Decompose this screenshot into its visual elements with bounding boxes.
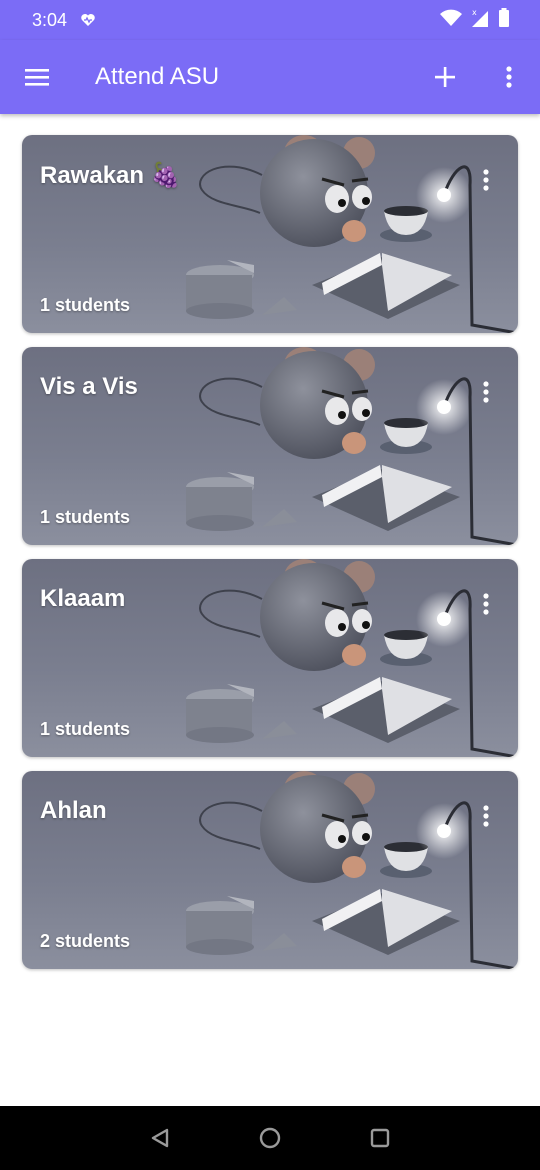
battery-icon	[499, 8, 509, 27]
class-title: Ahlan	[40, 797, 107, 824]
add-class-button[interactable]	[428, 60, 462, 94]
back-triangle-icon	[151, 1128, 169, 1148]
plus-icon	[435, 67, 455, 87]
recents-square-icon	[370, 1128, 390, 1148]
system-nav-bar	[0, 1106, 540, 1170]
menu-button[interactable]	[20, 60, 54, 94]
class-card[interactable]: Klaaam 1 students	[22, 559, 518, 757]
class-title: Rawakan 🍇	[40, 162, 181, 189]
vertical-dots-icon	[483, 805, 489, 827]
vertical-dots-icon	[483, 593, 489, 615]
vertical-dots-icon	[483, 381, 489, 403]
recents-button[interactable]	[366, 1124, 394, 1152]
wifi-icon	[440, 9, 462, 26]
class-options-button[interactable]	[474, 589, 498, 619]
student-count: 1 students	[40, 507, 131, 527]
class-options-button[interactable]	[474, 165, 498, 195]
class-title: Klaaam	[40, 585, 126, 612]
svg-text:x: x	[472, 8, 477, 17]
overflow-menu-button[interactable]	[492, 60, 526, 94]
app-bar: Attend ASU	[0, 40, 540, 114]
home-button[interactable]	[256, 1124, 284, 1152]
status-time: 3:04	[32, 10, 68, 30]
hamburger-menu-icon	[25, 69, 49, 86]
student-count: 2 students	[40, 931, 131, 951]
class-card[interactable]: Rawakan 🍇 1 students	[22, 135, 518, 333]
class-card[interactable]: Ahlan 2 students	[22, 771, 518, 969]
student-count: 1 students	[40, 295, 131, 315]
vertical-dots-icon	[483, 169, 489, 191]
home-circle-icon	[259, 1127, 281, 1149]
class-options-button[interactable]	[474, 377, 498, 407]
student-count: 1 students	[40, 719, 131, 739]
status-bar: 3:04 x	[0, 0, 540, 40]
class-card[interactable]: Vis a Vis 1 students	[22, 347, 518, 545]
vertical-dots-icon	[506, 66, 512, 88]
class-options-button[interactable]	[474, 801, 498, 831]
cell-signal-icon: x	[472, 8, 488, 27]
class-title: Vis a Vis	[40, 373, 138, 400]
health-heart-icon	[81, 14, 95, 26]
app-title: Attend ASU	[95, 63, 220, 90]
back-button[interactable]	[146, 1124, 174, 1152]
